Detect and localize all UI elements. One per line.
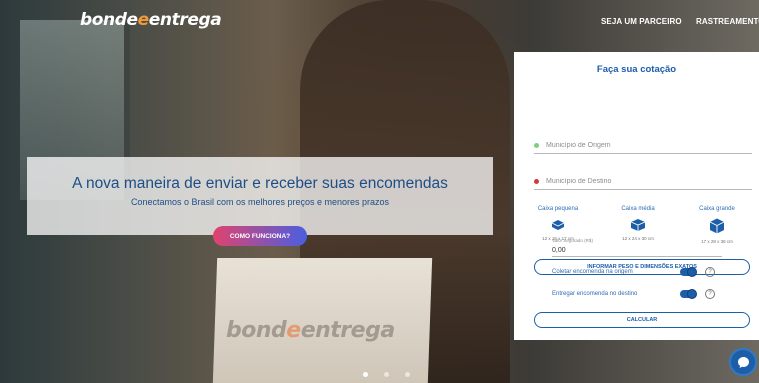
calcular-button[interactable]: CALCULAR	[534, 312, 750, 328]
quote-title: Faça sua cotação	[596, 64, 677, 75]
entregar-label: Entregar encomenda no destino	[552, 291, 638, 297]
entregar-toggle[interactable]	[680, 289, 697, 299]
entregar-row: Entregar encomenda no destino ?	[552, 289, 722, 301]
nav-rastreamento[interactable]: RASTREAMENTO	[696, 17, 759, 26]
hero-headline: A nova maneira de enviar e receber suas …	[72, 175, 448, 192]
como-funciona-button[interactable]: COMO FUNCIONA?	[213, 226, 307, 246]
coletar-label: Coletar encomenda na origem	[552, 269, 633, 275]
origem-input[interactable]	[546, 138, 746, 153]
carousel-dot-3[interactable]	[405, 372, 410, 377]
hero-banner: A nova maneira de enviar e receber suas …	[27, 157, 493, 235]
help-icon[interactable]: ?	[705, 289, 715, 299]
carousel-dot-1[interactable]	[363, 372, 368, 377]
nav-seja-um-parceiro[interactable]: SEJA UM PARCEIRO	[601, 17, 682, 26]
chat-button[interactable]	[729, 348, 757, 376]
toggle-knob	[687, 267, 697, 277]
destino-dot-icon	[534, 179, 539, 184]
help-icon[interactable]: ?	[705, 267, 715, 277]
coletar-row: Coletar encomenda na origem ?	[552, 267, 722, 279]
medium-box-icon	[630, 219, 646, 231]
carousel-dot-2[interactable]	[384, 372, 389, 377]
valor-segurado-input[interactable]	[552, 245, 722, 257]
box-option-pequena[interactable]: Caixa pequena 12 x 16 x 17 cm	[528, 206, 588, 241]
toggle-knob	[687, 289, 697, 299]
valor-segurado-label: Valor Segurado (R$)	[552, 238, 593, 243]
box-option-grande[interactable]: Caixa grande 17 x 28 x 36 cm	[687, 206, 747, 244]
coletar-toggle[interactable]	[680, 267, 697, 277]
hero-subline: Conectamos o Brasil com os melhores preç…	[130, 197, 390, 207]
origem-field	[534, 138, 752, 154]
destino-field	[534, 174, 752, 190]
box-printed-logo: bondeentrega	[226, 318, 395, 343]
destino-input[interactable]	[546, 174, 746, 189]
chat-bubble-icon	[738, 357, 749, 368]
origem-dot-icon	[534, 143, 539, 148]
small-box-icon	[551, 220, 565, 230]
box-option-media[interactable]: Caixa média 12 x 24 x 30 cm	[608, 206, 668, 241]
site-logo[interactable]: bondeeentrega	[80, 10, 222, 30]
large-box-icon	[709, 218, 725, 234]
